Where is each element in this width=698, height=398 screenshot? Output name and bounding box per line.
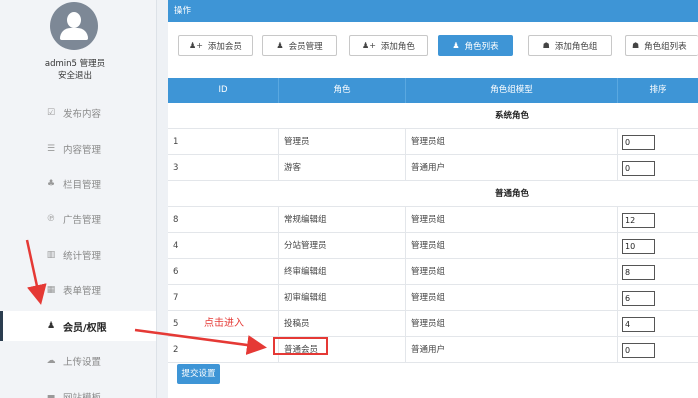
annotation-arrows: [25, 239, 267, 355]
annotation-arrow-down: [25, 239, 47, 305]
annotation-label: 点击进入: [204, 318, 244, 329]
annotation-arrow-right: [134, 328, 267, 355]
annotation-highlight-box: [273, 337, 328, 355]
